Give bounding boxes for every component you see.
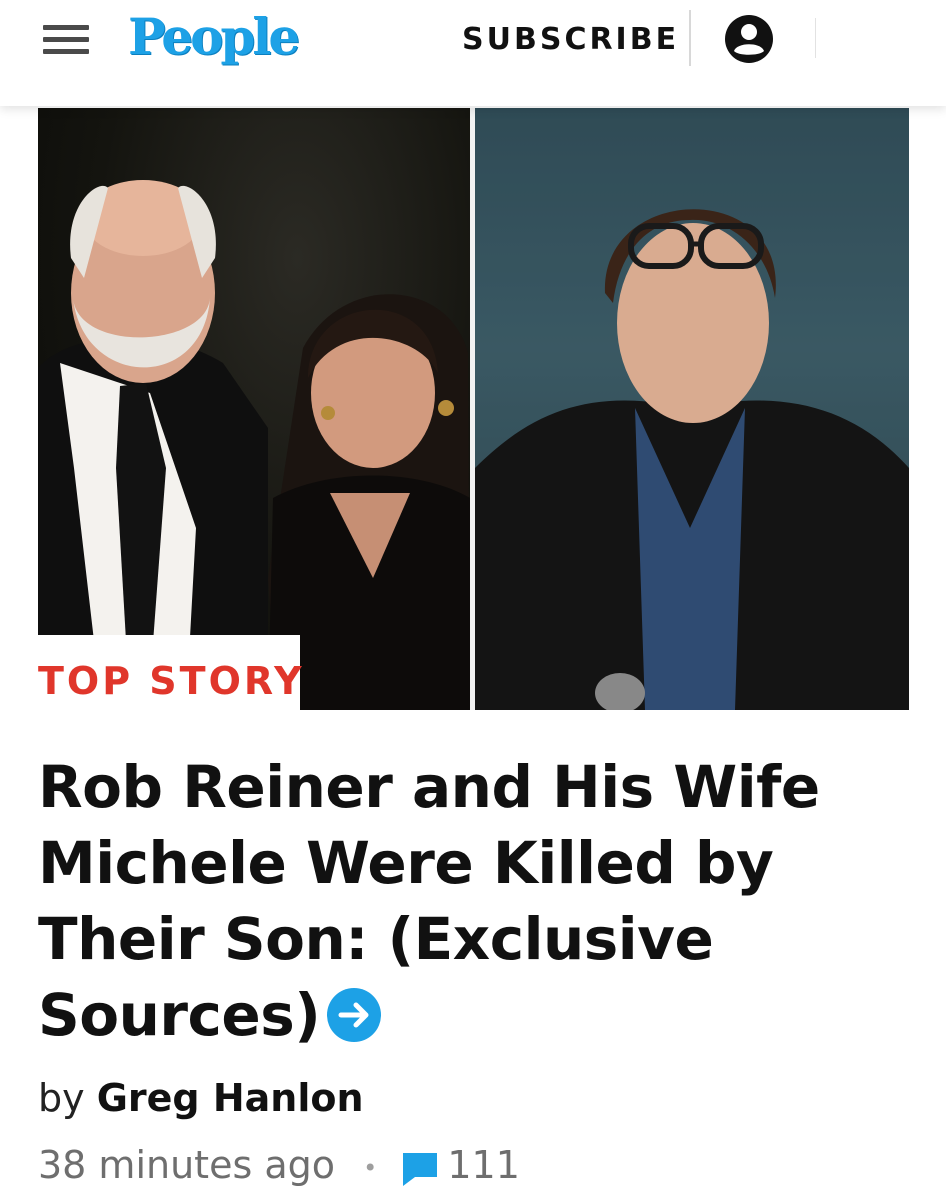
timestamp: 38 minutes ago bbox=[38, 1143, 335, 1187]
hero-photo-couple bbox=[38, 108, 470, 710]
hero-image[interactable]: TOP STORY bbox=[38, 108, 909, 710]
hero-photo-son bbox=[475, 108, 909, 710]
article-headline[interactable]: Rob Reiner and His Wife Michele Were Kil… bbox=[38, 749, 918, 1053]
account-icon[interactable] bbox=[723, 13, 775, 65]
header-divider-right bbox=[815, 18, 816, 58]
subscribe-button[interactable]: SUBSCRIBE bbox=[462, 22, 679, 58]
byline: by Greg Hanlon bbox=[38, 1072, 364, 1124]
author-link[interactable]: Greg Hanlon bbox=[97, 1076, 364, 1120]
hamburger-menu-icon[interactable] bbox=[43, 25, 89, 55]
comment-bubble-icon bbox=[401, 1147, 439, 1186]
people-logo[interactable]: People bbox=[128, 0, 300, 74]
comments-button[interactable]: 111 bbox=[401, 1138, 520, 1192]
arrow-right-circle-icon[interactable] bbox=[326, 985, 382, 1042]
site-header: People SUBSCRIBE bbox=[0, 0, 946, 106]
meta-separator-dot: • bbox=[363, 1153, 378, 1182]
byline-prefix: by bbox=[38, 1076, 85, 1120]
header-divider bbox=[689, 10, 691, 66]
comment-count: 111 bbox=[447, 1143, 520, 1187]
headline-text[interactable]: Rob Reiner and His Wife Michele Were Kil… bbox=[38, 753, 820, 1049]
article-meta: 38 minutes ago • 111 bbox=[38, 1138, 520, 1195]
top-story-label: TOP STORY bbox=[38, 659, 305, 703]
top-story-badge: TOP STORY bbox=[38, 635, 302, 710]
